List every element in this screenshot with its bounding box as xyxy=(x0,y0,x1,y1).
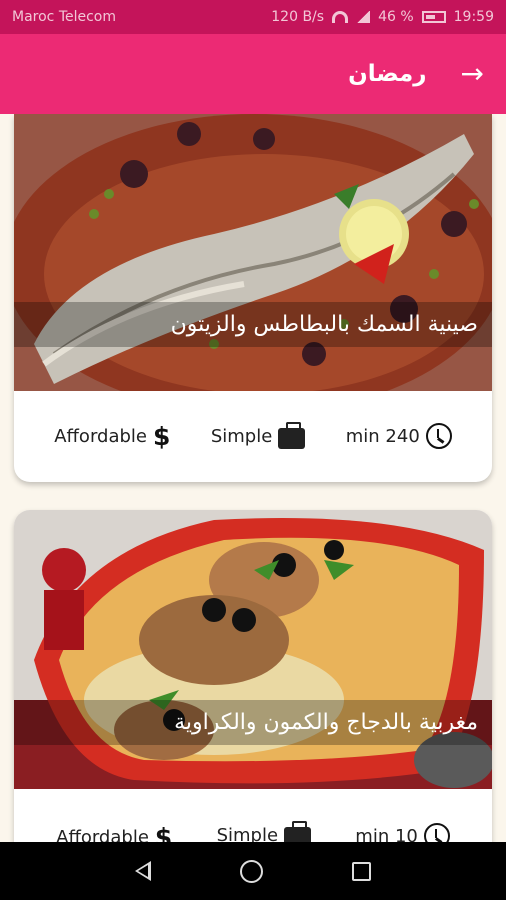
status-bar: Maroc Telecom 120 B/s 46 % 19:59 xyxy=(0,0,506,34)
nav-back-icon[interactable] xyxy=(134,861,151,881)
recipe-card[interactable]: مغربية بالدجاج والكمون والكراوية Afforda… xyxy=(14,510,492,842)
recipe-meta: Affordable $ Simple min 10 xyxy=(14,789,492,842)
duration-label: min 240 xyxy=(345,425,420,447)
briefcase-icon xyxy=(284,821,312,842)
recipe-meta: Affordable $ Simple min 240 xyxy=(14,391,492,481)
recipe-image: مغربية بالدجاج والكمون والكراوية xyxy=(14,510,492,789)
nav-recents-icon[interactable] xyxy=(352,861,372,881)
complexity: Simple xyxy=(210,421,306,449)
battery-icon xyxy=(421,11,446,23)
clock-time: 19:59 xyxy=(453,9,494,25)
recipe-card[interactable]: صينية السمك بالبطاطس والزيتون Affordable… xyxy=(14,114,492,482)
duration-label: min 10 xyxy=(355,825,418,843)
chicken-dish-illustration xyxy=(14,510,492,789)
system-nav-bar xyxy=(0,842,506,900)
affordability-label: Affordable xyxy=(54,425,147,447)
dollar-icon: $ xyxy=(154,823,173,842)
briefcase-icon xyxy=(278,421,306,449)
status-indicators: 120 B/s 46 % 19:59 xyxy=(271,9,494,25)
recipe-title: مغربية بالدجاج والكمون والكراوية xyxy=(14,700,492,745)
recipe-title: صينية السمك بالبطاطس والزيتون xyxy=(14,302,492,347)
wifi-icon xyxy=(332,11,349,23)
duration: min 10 xyxy=(355,823,450,842)
arrow-forward-icon[interactable]: → xyxy=(461,60,484,88)
affordability: Affordable $ xyxy=(54,422,170,451)
duration: min 240 xyxy=(346,423,452,449)
affordability-label: Affordable xyxy=(56,827,149,842)
nav-home-icon[interactable] xyxy=(239,859,263,883)
dollar-icon: $ xyxy=(153,421,171,451)
signal-icon xyxy=(356,11,371,23)
clock-icon xyxy=(425,423,452,449)
complexity-label: Simple xyxy=(210,425,273,447)
complexity: Simple xyxy=(216,821,312,842)
affordability: Affordable $ xyxy=(56,823,172,842)
network-speed: 120 B/s xyxy=(271,9,325,25)
recipe-list[interactable]: صينية السمك بالبطاطس والزيتون Affordable… xyxy=(0,114,506,842)
page-title: رمضان xyxy=(348,61,427,87)
carrier-name: Maroc Telecom xyxy=(12,9,117,25)
recipe-image: صينية السمك بالبطاطس والزيتون xyxy=(14,114,492,391)
clock-icon xyxy=(423,823,450,842)
app-bar: رمضان → xyxy=(0,34,506,114)
fish-dish-illustration xyxy=(14,114,492,391)
complexity-label: Simple xyxy=(216,825,279,842)
battery-percent: 46 % xyxy=(378,9,414,25)
